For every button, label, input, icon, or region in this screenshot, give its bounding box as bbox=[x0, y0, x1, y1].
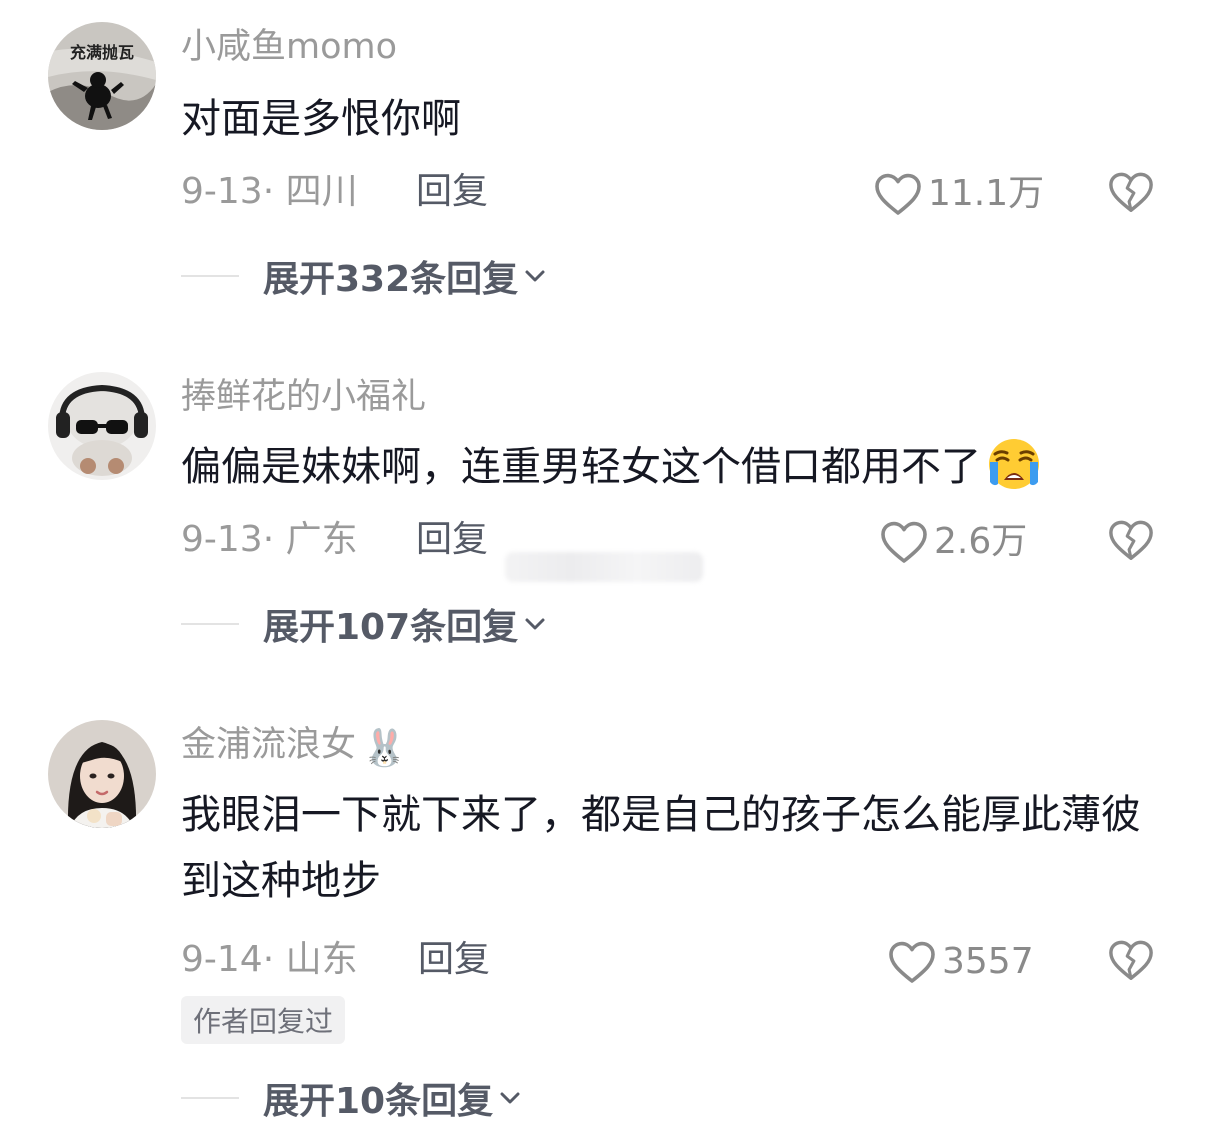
expand-replies-label: 展开332条回复 bbox=[263, 259, 519, 300]
avatar[interactable] bbox=[48, 372, 156, 480]
username-text: 金浦流浪女 bbox=[181, 725, 357, 765]
divider-line bbox=[181, 275, 239, 277]
dislike-button[interactable] bbox=[1108, 518, 1154, 566]
avatar-image bbox=[48, 372, 156, 480]
comment-text: 对面是多恨你啊 bbox=[181, 96, 461, 142]
avatar[interactable]: 充满抛瓦 bbox=[48, 22, 156, 130]
expand-replies-button[interactable]: 展开10条回复 bbox=[181, 1072, 521, 1124]
username[interactable]: 小咸鱼momo bbox=[181, 30, 397, 65]
like-button[interactable]: 11.1万 bbox=[874, 172, 1044, 216]
chevron-down-icon bbox=[525, 618, 545, 630]
chevron-down-icon bbox=[500, 1092, 520, 1104]
reply-button[interactable]: 回复 bbox=[416, 174, 488, 210]
like-button[interactable]: 2.6万 bbox=[880, 520, 1027, 564]
like-count: 3557 bbox=[942, 941, 1034, 982]
expand-replies-button[interactable]: 展开332条回复 bbox=[181, 250, 546, 302]
avatar-text: 充满抛瓦 bbox=[70, 43, 134, 62]
avatar[interactable] bbox=[48, 720, 156, 828]
expand-replies-button[interactable]: 展开107条回复 bbox=[181, 598, 546, 650]
comment-text: 我眼泪一下就下来了，都是自己的孩子怎么能厚此薄彼到这种地步 bbox=[181, 792, 1141, 904]
dislike-button[interactable] bbox=[1108, 938, 1154, 986]
divider-line bbox=[181, 623, 239, 625]
comment-text-content: 偏偏是妹妹啊，连重男轻女这个借口都用不了 bbox=[181, 444, 981, 490]
divider-line bbox=[181, 1097, 239, 1099]
rabbit-emoji-icon: 🐰 bbox=[362, 728, 407, 769]
broken-heart-icon bbox=[1109, 172, 1153, 212]
expand-replies-label: 展开107条回复 bbox=[263, 607, 519, 648]
like-button[interactable]: 3557 bbox=[888, 940, 1034, 984]
loudly-crying-face-icon bbox=[989, 439, 1039, 489]
username[interactable]: 捧鲜花的小福礼 bbox=[181, 380, 426, 415]
chevron-down-icon bbox=[525, 270, 545, 282]
author-replied-tag: 作者回复过 bbox=[181, 996, 346, 1044]
comment-date-location: 9-14· 山东 bbox=[181, 939, 358, 980]
like-count: 11.1万 bbox=[928, 173, 1045, 214]
like-count: 2.6万 bbox=[934, 521, 1028, 562]
reply-button[interactable]: 回复 bbox=[418, 942, 490, 978]
heart-outline-icon bbox=[875, 173, 921, 215]
comment-date-location: 9-13· 广东 bbox=[181, 519, 358, 560]
blurred-overlay bbox=[505, 552, 703, 582]
comment-text: 偏偏是妹妹啊，连重男轻女这个借口都用不了 bbox=[181, 434, 1171, 500]
avatar-image: 充满抛瓦 bbox=[48, 22, 156, 130]
broken-heart-icon bbox=[1109, 940, 1153, 980]
heart-outline-icon bbox=[889, 941, 935, 983]
heart-outline-icon bbox=[881, 521, 927, 563]
dislike-button[interactable] bbox=[1108, 170, 1154, 218]
avatar-image bbox=[48, 720, 156, 828]
broken-heart-icon bbox=[1109, 520, 1153, 560]
expand-replies-label: 展开10条回复 bbox=[263, 1081, 494, 1122]
username[interactable]: 金浦流浪女 🐰 bbox=[181, 728, 407, 767]
reply-button[interactable]: 回复 bbox=[416, 522, 488, 558]
comment-date-location: 9-13· 四川 bbox=[181, 171, 358, 212]
